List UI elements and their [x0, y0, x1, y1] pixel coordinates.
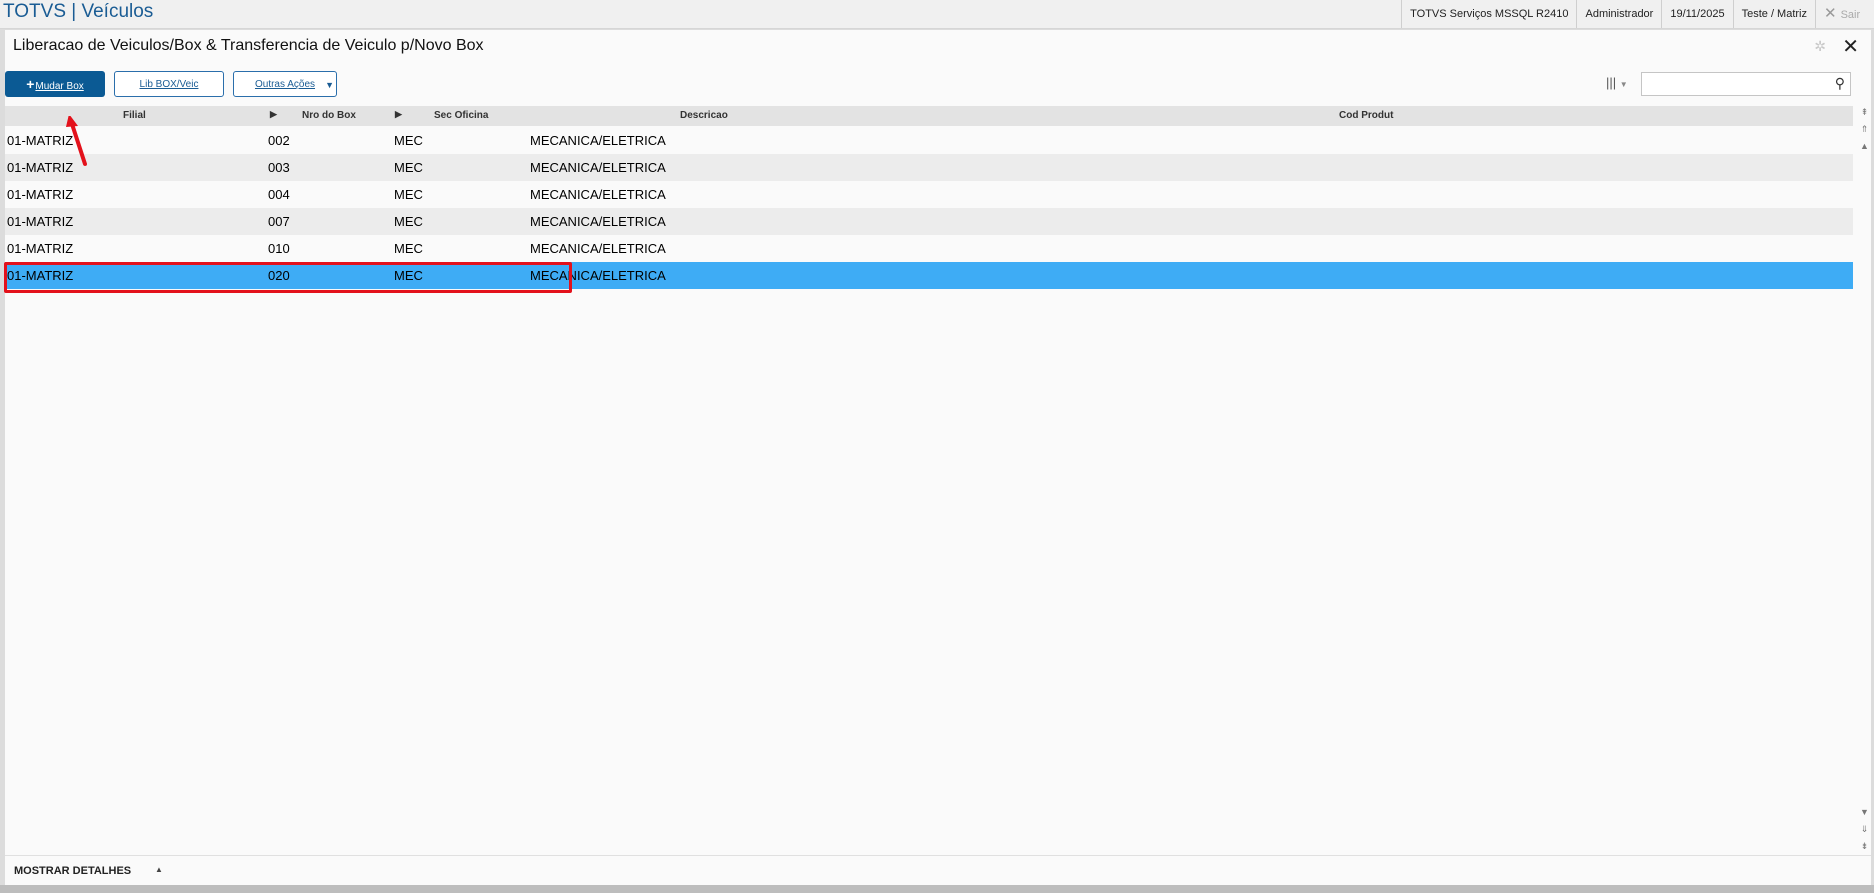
chevron-down-icon: ▼: [1619, 80, 1628, 89]
close-icon: ✕: [1842, 36, 1859, 58]
outras-acoes-button[interactable]: Outras Ações ▼: [233, 71, 337, 97]
columns-icon: |||: [1606, 75, 1617, 90]
main-panel: Liberacao de Veiculos/Box & Transferenci…: [4, 30, 1871, 886]
mudar-box-label: Mudar Box: [35, 81, 84, 92]
scroll-top-icon[interactable]: ⇞: [1858, 106, 1871, 118]
cell-nro-box: 003: [268, 160, 290, 175]
column-header-descricao[interactable]: Descricao: [680, 110, 728, 121]
scroll-page-down-icon[interactable]: ⇓: [1858, 823, 1871, 835]
cell-sec-oficina: MEC: [394, 187, 423, 202]
annotation-arrow: [66, 116, 87, 166]
outras-acoes-label: Outras Ações: [254, 79, 316, 90]
cell-nro-box: 007: [268, 214, 290, 229]
scroll-bottom-icon[interactable]: ⇟: [1858, 840, 1871, 852]
column-header-nro-box[interactable]: Nro do Box: [302, 110, 356, 121]
page-title: Liberacao de Veiculos/Box & Transferenci…: [13, 37, 484, 54]
table-row[interactable]: 01-MATRIZ 007 MEC MECANICA/ELETRICA: [5, 208, 1853, 235]
show-details-toggle[interactable]: MOSTRAR DETALHES: [14, 865, 131, 877]
bottom-strip: [0, 885, 1874, 893]
search-field[interactable]: ⚲: [1641, 72, 1851, 96]
close-icon: ✕: [1824, 5, 1837, 22]
exit-label: Sair: [1840, 9, 1861, 21]
company-info[interactable]: Teste / Matriz: [1732, 0, 1815, 28]
server-info: TOTVS Serviços MSSQL R2410: [1401, 0, 1576, 28]
table-row[interactable]: 01-MATRIZ 003 MEC MECANICA/ELETRICA: [5, 154, 1853, 181]
vertical-scrollbar[interactable]: ⇞ ⇑ ▲ ▼ ⇓ ⇟: [1858, 106, 1871, 856]
cell-filial: 01-MATRIZ: [7, 187, 74, 202]
search-input[interactable]: [1644, 74, 1828, 96]
cell-sec-oficina: MEC: [394, 241, 423, 256]
close-window-button[interactable]: ✕: [1842, 34, 1859, 59]
selection-highlight-annotation: [4, 262, 572, 293]
table-body: 01-MATRIZ 002 MEC MECANICA/ELETRICA 01-M…: [4, 127, 1853, 293]
cell-descricao: MECANICA/ELETRICA: [530, 214, 666, 229]
cell-filial: 01-MATRIZ: [7, 133, 74, 148]
table-row[interactable]: 01-MATRIZ 004 MEC MECANICA/ELETRICA: [5, 181, 1853, 208]
cell-sec-oficina: MEC: [394, 133, 423, 148]
cell-sec-oficina: MEC: [394, 214, 423, 229]
scroll-up-icon[interactable]: ▲: [1858, 140, 1871, 152]
cell-nro-box: 010: [268, 241, 290, 256]
columns-menu-button[interactable]: ||| ▼: [1606, 75, 1628, 90]
cell-filial: 01-MATRIZ: [7, 241, 74, 256]
mudar-box-button[interactable]: +Mudar Box: [5, 71, 105, 97]
cell-nro-box: 002: [268, 133, 290, 148]
details-footer: MOSTRAR DETALHES ▲: [5, 855, 1871, 886]
expand-icon[interactable]: ▲: [155, 865, 163, 874]
app-title: TOTVS | Veículos: [3, 1, 154, 22]
cell-descricao: MECANICA/ELETRICA: [530, 133, 666, 148]
user-info[interactable]: Administrador: [1576, 0, 1661, 28]
cell-descricao: MECANICA/ELETRICA: [530, 187, 666, 202]
cell-descricao: MECANICA/ELETRICA: [530, 241, 666, 256]
chevron-down-icon: ▼: [325, 80, 334, 90]
column-header-cod-produt[interactable]: Cod Produt: [1339, 110, 1393, 121]
scroll-down-icon[interactable]: ▼: [1858, 806, 1871, 818]
cell-sec-oficina: MEC: [394, 160, 423, 175]
cell-descricao: MECANICA/ELETRICA: [530, 160, 666, 175]
lib-box-veic-label: Lib BOX/Veic: [139, 79, 199, 90]
table-row[interactable]: 01-MATRIZ 010 MEC MECANICA/ELETRICA: [5, 235, 1853, 262]
table-row[interactable]: 01-MATRIZ 002 MEC MECANICA/ELETRICA: [5, 127, 1853, 154]
cell-filial: 01-MATRIZ: [7, 160, 74, 175]
sort-arrow-icon[interactable]: ▶: [270, 109, 277, 120]
scroll-page-up-icon[interactable]: ⇑: [1858, 123, 1871, 135]
session-info: TOTVS Serviços MSSQL R2410 Administrador…: [1401, 0, 1874, 28]
gear-icon[interactable]: ✲: [1814, 38, 1826, 55]
column-header-filial[interactable]: Filial: [123, 110, 146, 121]
top-bar: TOTVS | Veículos TOTVS Serviços MSSQL R2…: [0, 0, 1874, 29]
date-info[interactable]: 19/11/2025: [1661, 0, 1732, 28]
table-header: Filial ▶ Nro do Box ▶ Sec Oficina Descri…: [5, 106, 1853, 126]
plus-icon: +: [26, 76, 35, 92]
exit-button[interactable]: ✕ Sair: [1815, 0, 1874, 28]
lib-box-veic-button[interactable]: Lib BOX/Veic: [114, 71, 224, 97]
column-header-sec-oficina[interactable]: Sec Oficina: [434, 110, 488, 121]
cell-filial: 01-MATRIZ: [7, 214, 74, 229]
table-row-selected[interactable]: 01-MATRIZ 020 MEC MECANICA/ELETRICA: [4, 262, 1853, 293]
cell-nro-box: 004: [268, 187, 290, 202]
sort-arrow-icon[interactable]: ▶: [395, 109, 402, 120]
search-icon[interactable]: ⚲: [1835, 75, 1845, 92]
